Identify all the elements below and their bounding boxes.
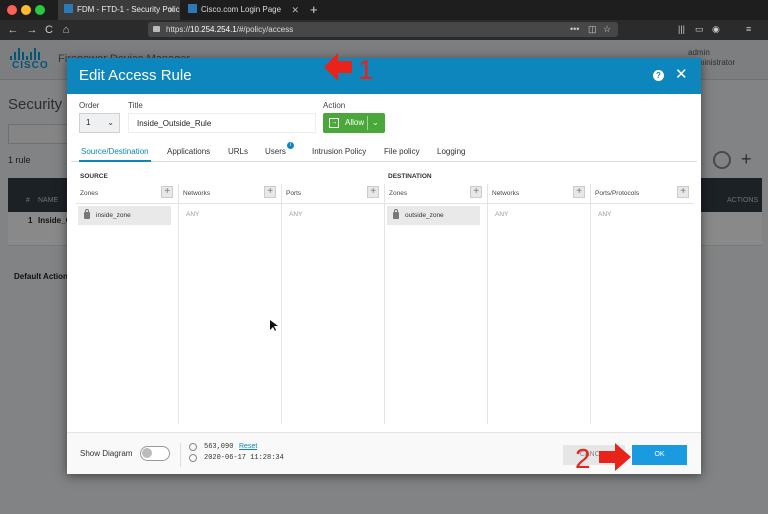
new-tab-button[interactable]: +	[310, 0, 318, 20]
chevron-down-icon: ⌄	[107, 118, 114, 127]
maximize-window-icon[interactable]	[35, 5, 45, 15]
destination-networks-column: Networks + ANY	[488, 184, 591, 424]
rule-tabs: Source/Destination Applications URLs Use…	[71, 142, 697, 162]
forward-button[interactable]: →	[24, 22, 40, 38]
account-icon[interactable]: ◉	[712, 22, 720, 37]
annotation-arrow-2: 2	[575, 443, 631, 474]
reset-link[interactable]: Reset	[239, 443, 257, 450]
ok-button[interactable]: OK	[632, 445, 687, 465]
browser-tab-cisco-login[interactable]: Cisco.com Login Page ✕	[182, 0, 304, 20]
dialog-header: Edit Access Rule ? ✕	[67, 58, 701, 94]
order-select[interactable]: 1 ⌄	[79, 113, 120, 133]
info-icon: i	[287, 142, 294, 149]
lock-icon	[393, 209, 399, 219]
home-button[interactable]: ⌂	[58, 22, 74, 38]
close-window-icon[interactable]	[7, 5, 17, 15]
action-label: Action	[323, 101, 346, 110]
menu-icon[interactable]: ≡	[746, 22, 751, 37]
sidebar-icon[interactable]: ▭	[695, 22, 704, 37]
source-networks-column: Networks + ANY	[179, 184, 282, 424]
add-source-network-button[interactable]: +	[264, 186, 276, 198]
close-icon[interactable]: ✕	[675, 66, 688, 84]
mouse-cursor-icon	[270, 320, 278, 331]
add-source-port-button[interactable]: +	[367, 186, 379, 198]
annotation-arrow-1: 1	[324, 53, 374, 84]
library-icon[interactable]: |||	[678, 22, 685, 37]
add-destination-port-button[interactable]: +	[677, 186, 689, 198]
show-diagram-label: Show Diagram	[80, 449, 133, 458]
browser-tab-fdm[interactable]: FDM - FTD-1 - Security Policies ✕	[58, 0, 180, 20]
close-tab-icon[interactable]: ✕	[291, 0, 299, 20]
lock-icon	[84, 209, 90, 219]
annotation-number-2: 2	[575, 443, 591, 474]
close-tab-icon[interactable]: ✕	[167, 0, 175, 20]
browser-tab-bar: FDM - FTD-1 - Security Policies ✕ Cisco.…	[0, 0, 768, 20]
hit-count: 563,090	[204, 443, 234, 451]
tab-applications[interactable]: Applications	[165, 143, 212, 162]
source-ports-column: Ports + ANY	[282, 184, 385, 424]
dialog-title: Edit Access Rule	[79, 67, 192, 84]
tab-users[interactable]: Users	[263, 143, 288, 162]
title-label: Title	[128, 101, 143, 110]
back-button[interactable]: ←	[5, 22, 21, 38]
minimize-window-icon[interactable]	[21, 5, 31, 15]
tab-urls[interactable]: URLs	[226, 143, 250, 162]
show-diagram-toggle[interactable]	[140, 446, 170, 461]
lock-icon	[153, 26, 160, 32]
page-actions-icon[interactable]: •••	[570, 22, 579, 37]
bookmark-star-icon[interactable]: ☆	[603, 22, 611, 37]
url-bar[interactable]: https://10.254.254.1/#/policy/access	[148, 22, 618, 37]
destination-zone-chip[interactable]: outside_zone	[387, 206, 480, 225]
tab-file-policy[interactable]: File policy	[382, 143, 422, 162]
destination-heading: DESTINATION	[388, 173, 432, 180]
source-zone-chip[interactable]: inside_zone	[78, 206, 171, 225]
favicon-icon	[188, 4, 197, 13]
add-destination-network-button[interactable]: +	[573, 186, 585, 198]
allow-arrow-icon: →	[329, 118, 339, 128]
clock-icon	[189, 454, 197, 462]
source-zones-column: Zones + inside_zone	[76, 184, 179, 424]
hit-count-icon	[189, 443, 197, 451]
title-input[interactable]	[128, 113, 316, 133]
edit-access-rule-dialog: Edit Access Rule ? ✕ Order 1 ⌄ Title Act…	[67, 58, 701, 474]
destination-ports-column: Ports/Protocols + ANY	[591, 184, 694, 424]
pocket-icon[interactable]: ◫	[588, 22, 597, 37]
annotation-number-1: 1	[358, 54, 374, 84]
help-icon[interactable]: ?	[653, 70, 664, 81]
reload-button[interactable]: C	[41, 22, 57, 38]
add-source-zone-button[interactable]: +	[161, 186, 173, 198]
tab-logging[interactable]: Logging	[435, 143, 467, 162]
source-heading: SOURCE	[80, 173, 108, 180]
action-dropdown[interactable]: → Allow ⌄	[323, 113, 385, 133]
add-destination-zone-button[interactable]: +	[470, 186, 482, 198]
chevron-down-icon: ⌄	[372, 118, 379, 127]
favicon-icon	[64, 4, 73, 13]
tab-source-destination[interactable]: Source/Destination	[79, 143, 151, 162]
destination-zones-column: Zones + outside_zone	[385, 184, 488, 424]
last-hit-timestamp: 2020-06-17 11:28:34	[204, 454, 284, 462]
order-label: Order	[79, 101, 100, 110]
tab-intrusion-policy[interactable]: Intrusion Policy	[310, 143, 368, 162]
